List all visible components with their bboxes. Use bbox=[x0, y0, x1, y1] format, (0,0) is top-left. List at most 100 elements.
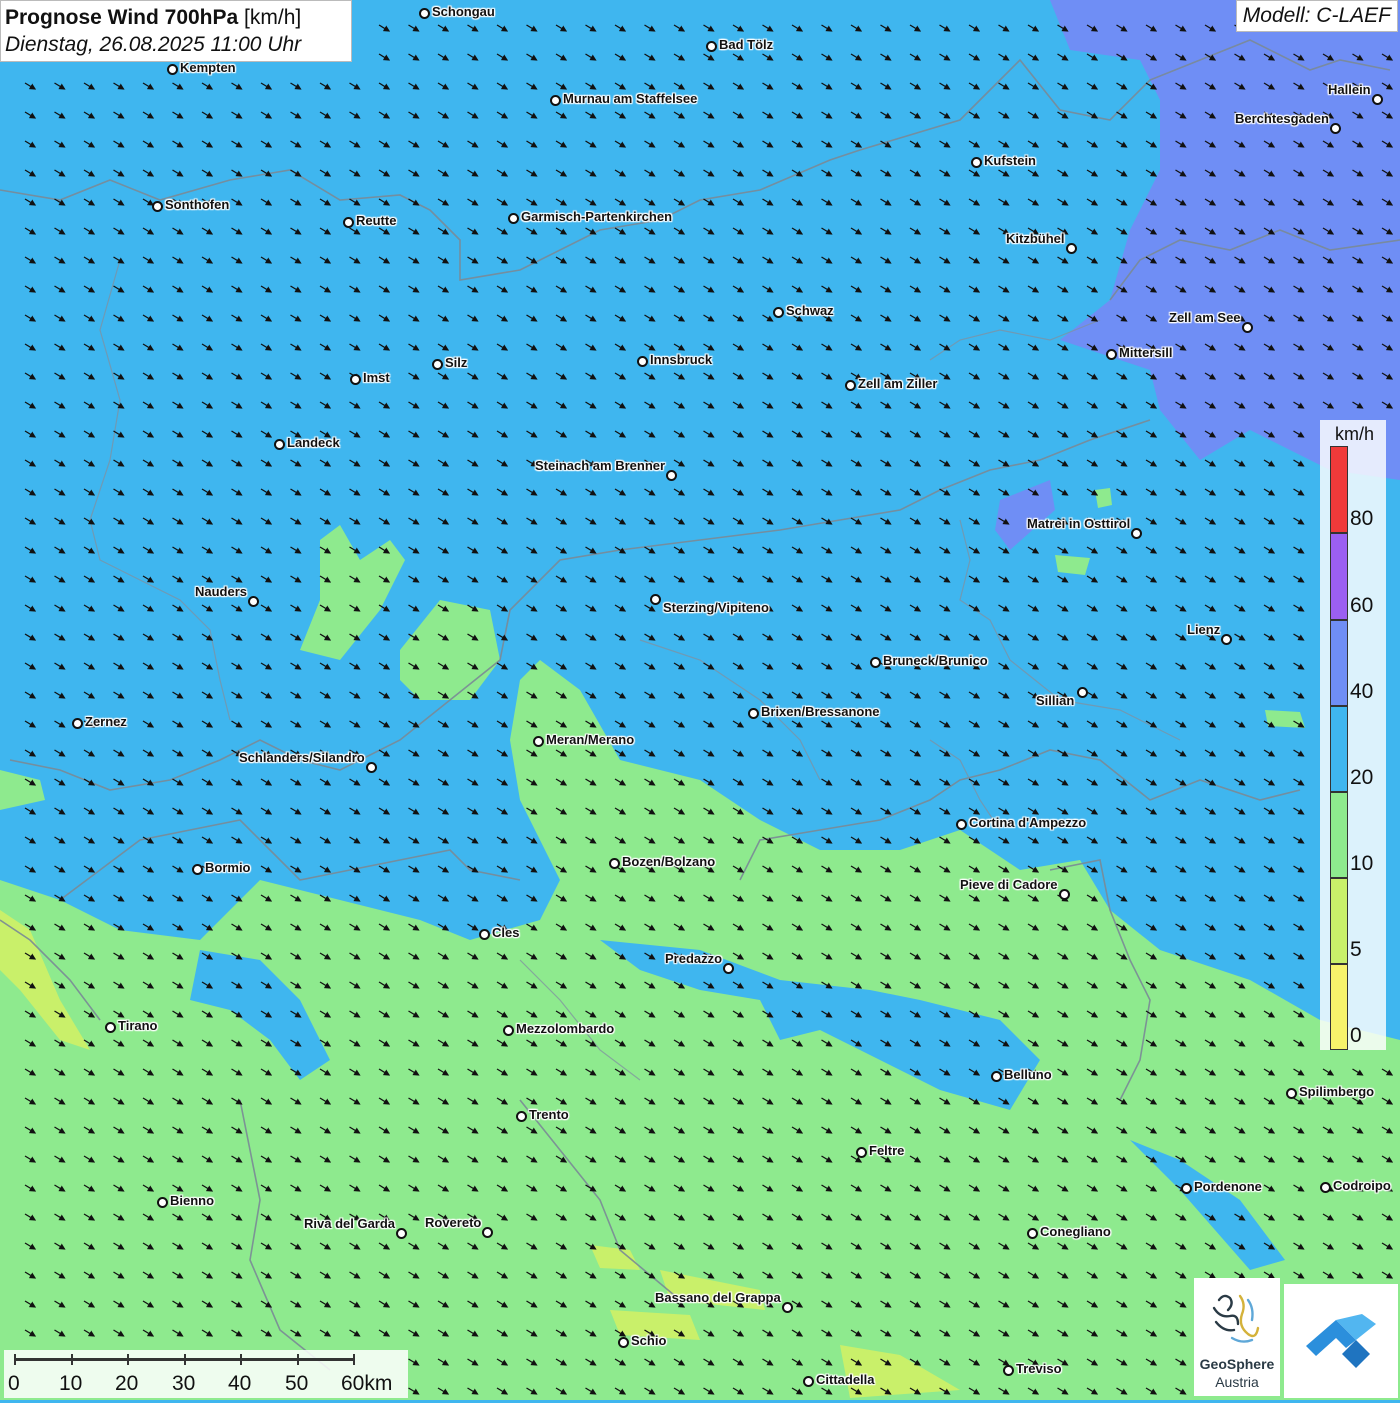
title-unit: [km/h] bbox=[244, 6, 302, 29]
wind-app-logo[interactable] bbox=[1284, 1284, 1398, 1398]
city-marker bbox=[1320, 1182, 1331, 1193]
city-marker bbox=[248, 596, 259, 607]
city-label: Lienz bbox=[1187, 622, 1221, 637]
city-label: Trento bbox=[529, 1107, 569, 1122]
scale-tick bbox=[14, 1354, 16, 1365]
city-label: Bienno bbox=[170, 1193, 215, 1208]
city-label: Zell am Ziller bbox=[858, 376, 938, 391]
city-label: Conegliano bbox=[1040, 1224, 1111, 1239]
city-marker bbox=[533, 736, 544, 747]
city-label: Schongau bbox=[432, 4, 495, 19]
city-marker bbox=[516, 1111, 527, 1122]
city-label: Predazzo bbox=[665, 951, 723, 966]
scale-tick bbox=[71, 1354, 73, 1365]
city-marker bbox=[1372, 94, 1383, 105]
city-marker bbox=[482, 1227, 493, 1238]
geosphere-emblem-icon bbox=[1212, 1294, 1260, 1343]
city-label: Meran/Merano bbox=[546, 732, 635, 747]
geosphere-logo-subtext: Austria bbox=[1215, 1374, 1259, 1390]
city-marker bbox=[167, 64, 178, 75]
scale-label-20: 20 bbox=[115, 1372, 139, 1395]
scale-label-50: 50 bbox=[285, 1372, 309, 1395]
city-marker bbox=[773, 307, 784, 318]
city-marker bbox=[782, 1302, 793, 1313]
legend-label-40: 40 bbox=[1350, 680, 1374, 703]
city-label: Zell am See bbox=[1169, 310, 1241, 325]
city-marker bbox=[105, 1022, 116, 1033]
city-marker bbox=[1106, 349, 1117, 360]
city-label: Murnau am Staffelsee bbox=[563, 91, 698, 106]
forecast-datetime: Dienstag, 26.08.2025 11:00 Uhr bbox=[5, 33, 302, 56]
city-label: Berchtesgaden bbox=[1235, 111, 1329, 126]
legend-label-10: 10 bbox=[1350, 852, 1374, 875]
model-label: Modell: C-LAEF bbox=[1235, 0, 1398, 32]
city-marker bbox=[274, 439, 285, 450]
city-marker bbox=[432, 359, 443, 370]
city-label: Landeck bbox=[287, 435, 340, 450]
scale-label-0: 0 bbox=[8, 1372, 20, 1395]
city-marker bbox=[1181, 1183, 1192, 1194]
city-marker bbox=[508, 213, 519, 224]
scale-tick bbox=[297, 1354, 299, 1365]
city-label: Treviso bbox=[1016, 1361, 1062, 1376]
city-label: Silz bbox=[445, 355, 468, 370]
city-marker bbox=[1131, 528, 1142, 539]
city-label: Mezzolombardo bbox=[516, 1021, 615, 1036]
city-marker bbox=[991, 1071, 1002, 1082]
city-label: Bassano del Grappa bbox=[655, 1290, 781, 1305]
city-marker bbox=[723, 963, 734, 974]
city-marker bbox=[152, 201, 163, 212]
city-label: Schwaz bbox=[786, 303, 834, 318]
scale-label-30: 30 bbox=[172, 1372, 196, 1395]
city-label: Sillian bbox=[1036, 693, 1075, 708]
scale-tick bbox=[184, 1354, 186, 1365]
city-label: Matrei in Osttirol bbox=[1027, 516, 1131, 531]
city-label: Schio bbox=[631, 1333, 667, 1348]
legend-bar-60 bbox=[1330, 533, 1348, 620]
city-marker bbox=[366, 762, 377, 773]
scale-label-60km: 60km bbox=[341, 1372, 393, 1395]
legend-bar-5 bbox=[1330, 878, 1348, 964]
city-marker bbox=[192, 864, 203, 875]
city-marker bbox=[650, 594, 661, 605]
city-label: Zernez bbox=[85, 714, 127, 729]
wind-zone-10-20 bbox=[1095, 488, 1112, 508]
city-label: Kufstein bbox=[984, 153, 1036, 168]
city-marker bbox=[1242, 322, 1253, 333]
city-label: Kitzbühel bbox=[1006, 231, 1065, 246]
city-marker bbox=[1003, 1365, 1014, 1376]
city-marker bbox=[1027, 1228, 1038, 1239]
city-label: Tirano bbox=[118, 1018, 158, 1033]
city-label: Cles bbox=[492, 925, 520, 940]
city-marker bbox=[971, 157, 982, 168]
legend-label-80: 80 bbox=[1350, 507, 1374, 530]
city-label: Sonthofen bbox=[165, 197, 230, 212]
city-label: Nauders bbox=[195, 584, 248, 599]
city-marker bbox=[419, 8, 430, 19]
scale-tick bbox=[127, 1354, 129, 1365]
city-marker bbox=[1066, 243, 1077, 254]
city-label: Bruneck/Brunico bbox=[883, 653, 988, 668]
city-marker bbox=[343, 217, 354, 228]
city-marker bbox=[550, 95, 561, 106]
city-marker bbox=[1077, 687, 1088, 698]
city-label: Schlanders/Silandro bbox=[239, 750, 365, 765]
legend-bar-80 bbox=[1330, 446, 1348, 533]
city-marker bbox=[350, 374, 361, 385]
city-marker bbox=[157, 1197, 168, 1208]
wind-zone-10-20 bbox=[1055, 555, 1090, 575]
city-marker bbox=[618, 1337, 629, 1348]
geosphere-logo-text: GeoSphere bbox=[1199, 1356, 1275, 1372]
city-label: Hallein bbox=[1328, 82, 1371, 97]
city-label: Spilimbergo bbox=[1299, 1084, 1375, 1099]
city-label: Cortina d'Ampezzo bbox=[969, 815, 1087, 830]
city-label: Cittadella bbox=[816, 1372, 875, 1387]
wind-app-icon bbox=[1306, 1314, 1376, 1368]
legend-label-60: 60 bbox=[1350, 594, 1374, 617]
city-label: Riva del Garda bbox=[304, 1216, 396, 1231]
city-marker bbox=[479, 929, 490, 940]
legend-label-20: 20 bbox=[1350, 766, 1374, 789]
city-marker bbox=[396, 1228, 407, 1239]
city-marker bbox=[706, 41, 717, 52]
city-label: Feltre bbox=[869, 1143, 905, 1158]
